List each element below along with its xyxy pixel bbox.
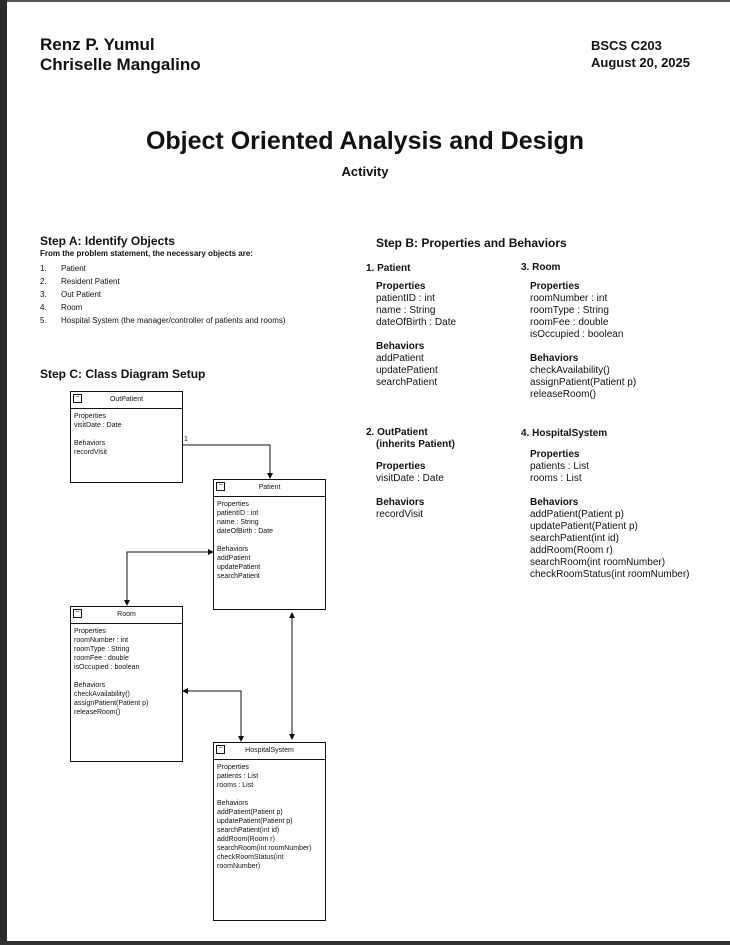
class-line: roomFee : double: [74, 655, 129, 662]
class-line: searchRoom(int roomNumber): [217, 845, 312, 852]
connector-outpatient-patient: [182, 444, 273, 479]
class-line: dateOfBirth : Date: [217, 528, 274, 535]
class-name: Room: [117, 611, 136, 618]
class-line: assignPatient(Patient p): [74, 700, 149, 707]
class-line: updatePatient: [217, 564, 261, 571]
collapse-icon: −: [73, 394, 82, 403]
multiplicity-label: 1: [184, 436, 188, 443]
class-outpatient: − OutPatient Properties visitDate : Date …: [70, 391, 183, 483]
class-line: name : String: [217, 519, 259, 526]
class-body: Properties visitDate : Date Behaviors re…: [71, 409, 182, 460]
class-line: visitDate : Date: [74, 422, 122, 429]
class-body: Properties patientID : int name : String…: [214, 497, 325, 584]
class-line: roomNumber): [217, 863, 261, 870]
class-line: patientID : int: [217, 510, 259, 517]
class-line: Properties: [74, 628, 106, 635]
class-line: roomNumber : int: [74, 637, 129, 644]
class-patient: − Patient Properties patientID : int name…: [213, 479, 326, 610]
class-line: Properties: [74, 413, 106, 420]
class-line: checkRoomStatus(int: [217, 854, 284, 861]
connector-patient-room: [124, 549, 214, 606]
class-line: addPatient: [217, 555, 251, 562]
class-name: OutPatient: [109, 396, 144, 403]
class-line: updatePatient(Patient p): [217, 818, 293, 825]
collapse-icon: −: [216, 482, 225, 491]
class-line: searchPatient: [217, 573, 260, 580]
connector-room-hospital: [182, 688, 244, 742]
class-line: releaseRoom(): [74, 709, 121, 716]
class-line: addRoom(Room r): [217, 836, 275, 843]
class-room: − Room Properties roomNumber : int roomTy…: [70, 606, 183, 762]
class-line: addPatient(Patient p): [217, 809, 283, 816]
collapse-icon: −: [73, 609, 82, 618]
collapse-icon: −: [216, 745, 225, 754]
class-body: Properties roomNumber : int roomType : S…: [71, 624, 182, 720]
class-line: searchPatient(int id): [217, 827, 280, 834]
class-name: HospitalSystem: [245, 747, 294, 754]
class-line: Behaviors: [217, 800, 249, 807]
class-line: Properties: [217, 501, 249, 508]
class-line: isOccupied : boolean: [74, 664, 140, 671]
class-hospitalsystem: − HospitalSystem Properties patients : Li…: [213, 742, 326, 921]
class-name: Patient: [258, 484, 281, 491]
class-line: Behaviors: [74, 440, 106, 447]
class-line: Properties: [217, 764, 249, 771]
class-line: recordVisit: [74, 449, 107, 456]
class-line: roomType : String: [74, 646, 130, 653]
class-line: Behaviors: [217, 546, 249, 553]
class-line: Behaviors: [74, 682, 106, 689]
class-line: rooms : List: [217, 782, 254, 789]
class-line: patients : List: [217, 773, 259, 780]
class-body: Properties patients : List rooms : List …: [214, 760, 325, 874]
class-line: checkAvailability(): [74, 691, 130, 698]
